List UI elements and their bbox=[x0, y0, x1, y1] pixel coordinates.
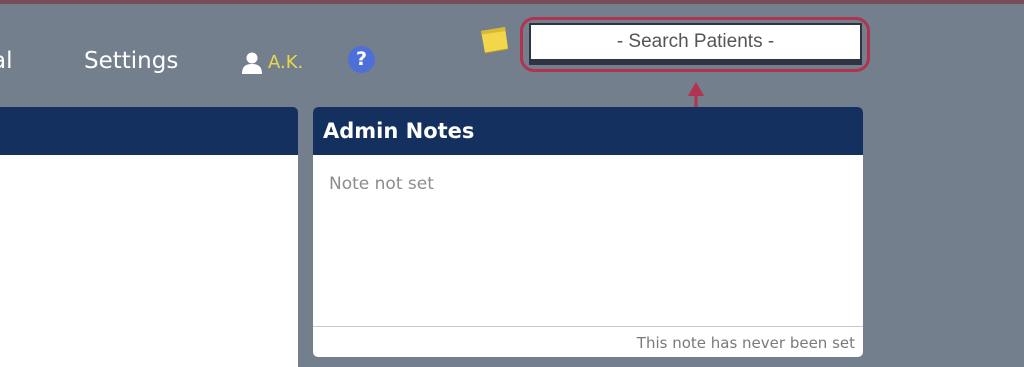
left-panel-body bbox=[0, 155, 298, 367]
admin-note-text[interactable]: Note not set bbox=[329, 173, 434, 195]
admin-notes-header: Admin Notes bbox=[313, 107, 863, 155]
note-divider bbox=[313, 326, 863, 327]
user-name: A.K. bbox=[268, 52, 304, 73]
search-patients-input[interactable] bbox=[531, 25, 860, 59]
search-box bbox=[529, 23, 862, 65]
left-panel bbox=[0, 107, 298, 367]
user-menu[interactable]: A.K. bbox=[241, 49, 303, 77]
left-panel-header bbox=[0, 107, 298, 155]
admin-notes-title: Admin Notes bbox=[323, 119, 475, 143]
top-border bbox=[0, 0, 1024, 4]
user-icon bbox=[242, 52, 262, 74]
nav-item-partial[interactable]: al bbox=[0, 45, 12, 77]
sticky-note-icon[interactable] bbox=[478, 25, 510, 55]
note-status: This note has never been set bbox=[636, 334, 855, 352]
nav-item-settings[interactable]: Settings bbox=[84, 45, 178, 77]
admin-notes-panel: Admin Notes Note not set This note has n… bbox=[313, 107, 863, 357]
help-icon[interactable]: ? bbox=[348, 46, 375, 73]
